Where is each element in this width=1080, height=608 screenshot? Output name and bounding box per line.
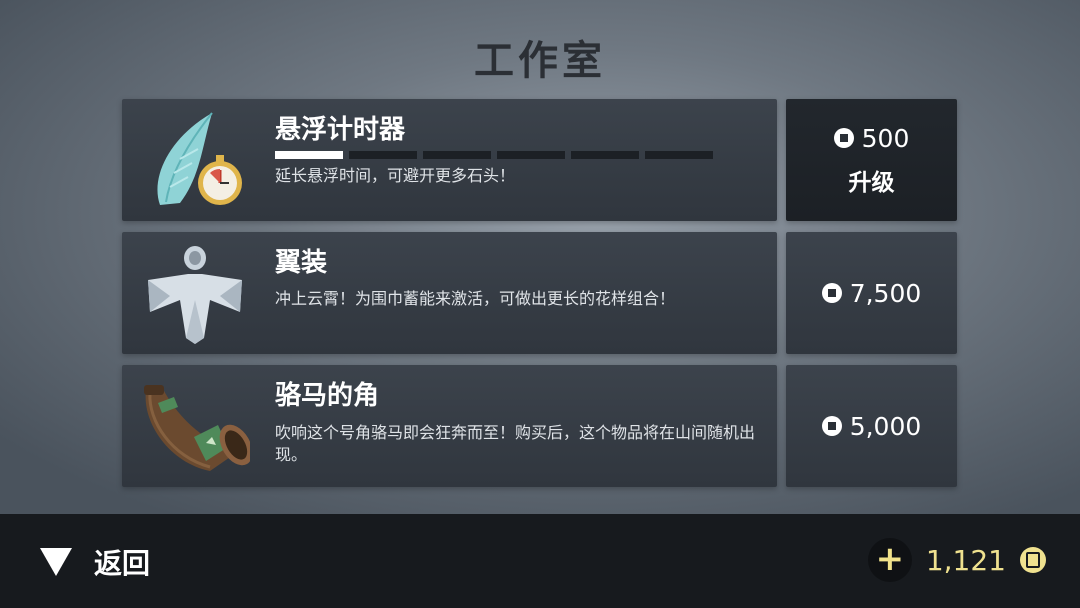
progress-segment: [571, 151, 639, 159]
progress-segment: [497, 151, 565, 159]
feather-stopwatch-icon: [140, 107, 250, 213]
item-description: 吹响这个号角骆马即会狂奔而至！购买后，这个物品将在山间随机出现。: [275, 423, 756, 464]
progress-segment: [349, 151, 417, 159]
price: 5,000: [821, 411, 922, 441]
coin-icon: [821, 283, 842, 303]
price: 500: [833, 123, 910, 153]
price-value: 5,000: [849, 411, 922, 441]
back-label: 返回: [94, 547, 151, 580]
progress-segment: [645, 151, 713, 159]
item-name: 悬浮计时器: [275, 115, 406, 145]
footer-bar: 返回 + 1,121: [0, 514, 1080, 608]
back-button[interactable]: 返回: [40, 542, 150, 582]
coin-balance: 1,121: [925, 543, 1006, 577]
upgrade-button[interactable]: 500 升级: [786, 99, 957, 221]
progress-segment-filled: [275, 151, 343, 159]
buy-button[interactable]: 7,500: [786, 232, 957, 354]
coin-icon: [821, 416, 842, 436]
triangle-down-icon: [40, 548, 72, 576]
item-name: 骆马的角: [275, 381, 380, 411]
page-title: 工作室: [474, 38, 606, 84]
wingsuit-icon: [140, 240, 250, 346]
item-card[interactable]: 骆马的角 吹响这个号角骆马即会狂奔而至！购买后，这个物品将在山间随机出现。: [122, 365, 777, 487]
currency-display: + 1,121: [867, 538, 1046, 582]
item-card[interactable]: 翼装 冲上云霄！为围巾蓄能来激活，可做出更长的花样组合！: [122, 232, 777, 354]
item-card[interactable]: 悬浮计时器 延长悬浮时间，可避开更多石头！: [122, 99, 777, 221]
item-name: 翼装: [275, 248, 328, 278]
plus-icon[interactable]: +: [867, 538, 912, 582]
item-description: 冲上云霄！为围巾蓄能来激活，可做出更长的花样组合！: [275, 289, 676, 308]
item-description: 延长悬浮时间，可避开更多石头！: [275, 166, 516, 185]
price-value: 7,500: [849, 278, 922, 308]
coin-icon: [1020, 547, 1046, 573]
shop-item-hover-timer: 悬浮计时器 延长悬浮时间，可避开更多石头！ 500 升级: [122, 99, 957, 221]
price: 7,500: [821, 278, 922, 308]
horn-icon: [140, 373, 253, 479]
shop-item-llama-horn: 骆马的角 吹响这个号角骆马即会狂奔而至！购买后，这个物品将在山间随机出现。 5,…: [122, 365, 957, 487]
coin-icon: [833, 128, 854, 148]
price-value: 500: [861, 123, 910, 153]
upgrade-progress-bar: [275, 151, 713, 159]
shop-item-wingsuit: 翼装 冲上云霄！为围巾蓄能来激活，可做出更长的花样组合！ 7,500: [122, 232, 957, 354]
buy-button[interactable]: 5,000: [786, 365, 957, 487]
upgrade-label: 升级: [848, 169, 895, 196]
progress-segment: [423, 151, 491, 159]
